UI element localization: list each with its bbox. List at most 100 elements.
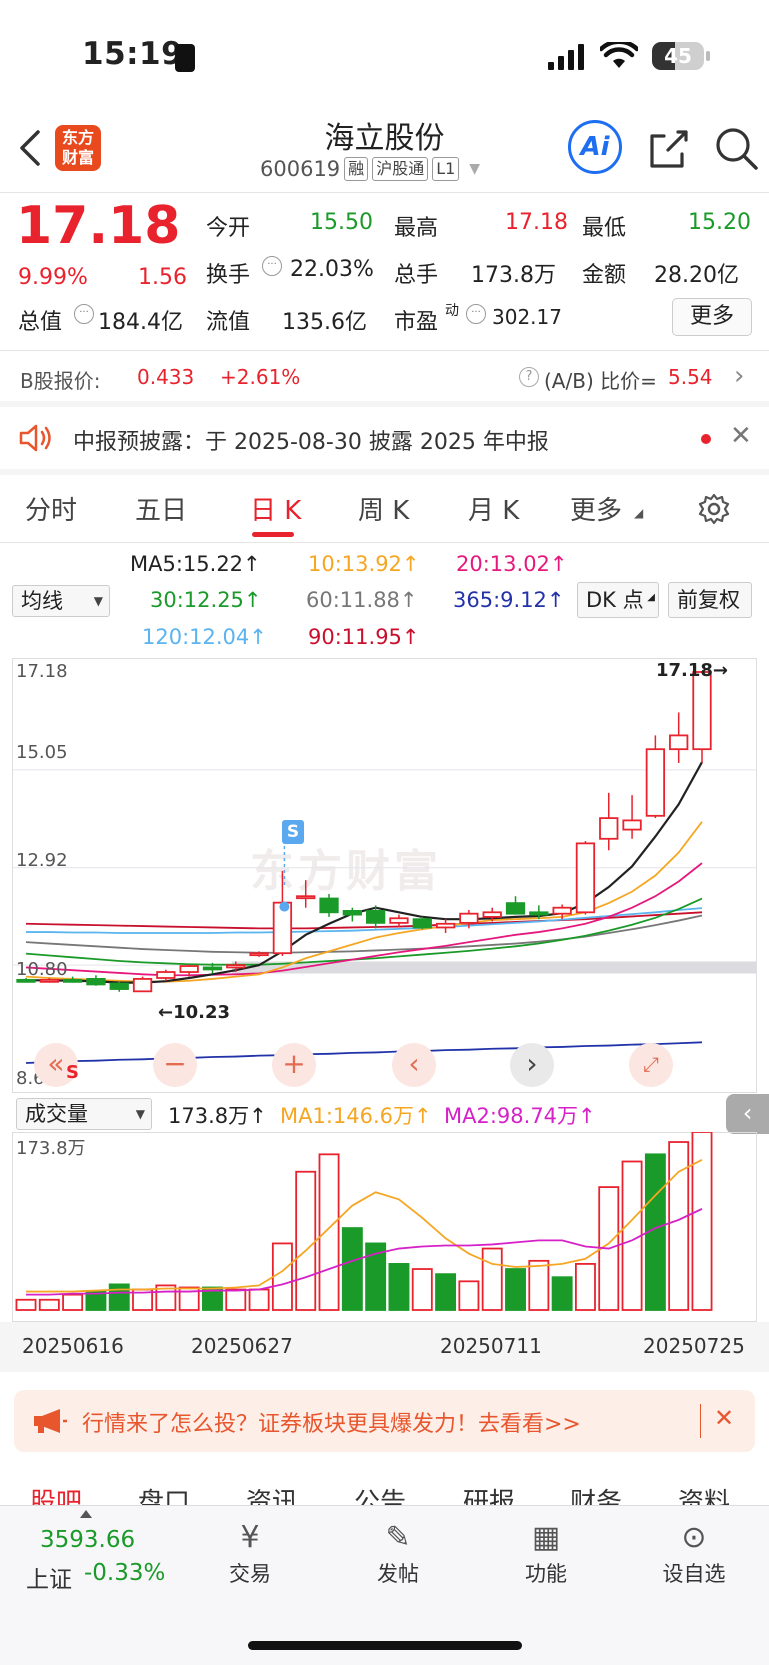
ma90-line — [25, 911, 703, 930]
tab-weekly-k[interactable]: 周 K — [358, 490, 409, 527]
ma60-line — [25, 914, 703, 954]
scroll-left-icon[interactable]: ‹ — [392, 1043, 436, 1087]
change-percent: 9.99% — [18, 265, 88, 290]
ma120-label: 120:12.04↑ — [142, 625, 267, 649]
zoom-out-icon[interactable]: − — [153, 1043, 197, 1087]
close-banner-icon[interactable]: ✕ — [714, 1404, 734, 1432]
notice-bar[interactable]: 中报预披露：于 2025-08-30 披露 2025 年中报 ✕ — [0, 407, 769, 469]
y-label-max: 17.18 — [16, 661, 68, 682]
stock-code-line[interactable]: 600619 融 沪股通 L1 ▼ — [260, 157, 480, 181]
candle — [132, 976, 153, 993]
ma365-label: 365:9.12↑ — [453, 588, 565, 612]
nav-trade[interactable]: ¥ 交易 — [210, 1518, 290, 1588]
section-tab-research[interactable]: 研报 — [463, 1482, 515, 1507]
ai-assistant-button[interactable]: Ai — [568, 120, 622, 174]
ma365-line — [25, 1041, 703, 1064]
volume-bar — [108, 1283, 130, 1311]
candle-body — [575, 842, 596, 914]
candle — [622, 795, 642, 839]
active-tab-indicator — [252, 532, 294, 537]
b-share-row[interactable]: B股报价: 0.433 +2.61% ? (A/B) 比价= 5.54 › — [0, 351, 769, 401]
sell-signal-marker[interactable]: S — [282, 820, 304, 844]
index-change: -0.33% — [84, 1560, 166, 1586]
more-caret-icon: ◢ — [634, 506, 644, 520]
open-label: 今开 — [206, 216, 251, 241]
collapse-panel-icon[interactable]: ‹ — [726, 1094, 769, 1134]
volume-bar — [318, 1153, 340, 1311]
nav-post[interactable]: ✎ 发帖 — [358, 1518, 438, 1588]
tab-monthly-k[interactable]: 月 K — [468, 490, 519, 527]
y-label-2: 15.05 — [16, 742, 68, 763]
section-tab-news[interactable]: 资讯 — [246, 1482, 298, 1507]
candle — [109, 981, 129, 992]
volume-bar — [225, 1288, 247, 1311]
info-icon[interactable]: ··· — [262, 256, 282, 276]
candle — [272, 870, 293, 956]
section-tabs[interactable]: 股吧 盘口 资讯 公告 研报 财务 资料 — [0, 1462, 769, 1507]
current-price: 17.18 — [16, 196, 181, 256]
section-tab-announce[interactable]: 公告 — [354, 1482, 406, 1507]
info-icon[interactable]: ··· — [74, 304, 94, 324]
vol-ma1-legend: MA1:146.6万↑ — [280, 1104, 432, 1128]
indicator-select[interactable]: 成交量 ▼ — [16, 1098, 152, 1130]
candle-body — [296, 895, 316, 900]
volume-chart[interactable] — [12, 1132, 757, 1322]
section-tab-forum[interactable]: 股吧 — [30, 1482, 82, 1507]
candle — [505, 896, 526, 915]
candle-body — [389, 917, 409, 924]
more-quote-button[interactable]: 更多 — [672, 298, 752, 336]
dk-point-button[interactable]: DK 点 ◢ — [577, 582, 659, 618]
volume-bar — [62, 1293, 84, 1311]
vol-ma2-legend: MA2:98.74万↑ — [444, 1104, 596, 1128]
y-label-3: 12.92 — [16, 850, 68, 871]
turnover-value: 22.03% — [290, 257, 374, 282]
candle-body — [505, 902, 526, 915]
adjust-button[interactable]: 前复权 — [668, 582, 752, 618]
candle — [412, 916, 432, 930]
close-icon[interactable]: ✕ — [730, 421, 752, 451]
tag-connect: 沪股通 — [372, 157, 429, 181]
info-icon[interactable]: ··· — [466, 304, 486, 324]
share-icon[interactable] — [648, 128, 690, 170]
candle-body — [435, 922, 456, 929]
more-dots-icon: ⊙ — [681, 1520, 707, 1555]
settings-gear-icon[interactable] — [697, 492, 731, 526]
candle-body — [342, 910, 362, 916]
volume-bar — [248, 1288, 270, 1311]
kline-chart[interactable] — [12, 658, 757, 1093]
zoom-in-icon[interactable]: + — [272, 1043, 316, 1087]
search-icon[interactable] — [714, 126, 760, 172]
help-icon[interactable]: ? — [519, 367, 539, 387]
candle — [599, 792, 619, 851]
nav-add-watchlist[interactable]: ⊙ 设自选 — [654, 1518, 734, 1588]
scroll-right-icon[interactable]: › — [510, 1043, 554, 1087]
candle-body — [669, 734, 689, 751]
tab-intraday[interactable]: 分时 — [25, 490, 77, 527]
promo-banner[interactable]: 行情来了怎么投？证券板块更具爆发力！去看看>> ✕ — [14, 1390, 755, 1452]
volume-bar — [271, 1242, 293, 1311]
section-tab-orderbook[interactable]: 盘口 — [138, 1482, 190, 1507]
ma-type-select[interactable]: 均线 ▼ — [12, 585, 110, 617]
candle-body — [645, 748, 666, 817]
open-value: 15.50 — [310, 210, 373, 235]
tab-more[interactable]: 更多 — [570, 490, 622, 527]
index-value[interactable]: 3593.66 — [40, 1527, 135, 1553]
tab-daily-k[interactable]: 日 K — [250, 490, 301, 527]
fullscreen-icon[interactable]: ⤢ — [629, 1043, 673, 1087]
volume-bar — [505, 1268, 526, 1311]
notice-text: 中报预披露：于 2025-08-30 披露 2025 年中报 — [73, 430, 549, 455]
battery-icon: 45 — [652, 42, 704, 70]
section-tab-profile[interactable]: 资料 — [678, 1482, 730, 1507]
candle-body — [179, 965, 199, 973]
volume-bar — [38, 1298, 60, 1311]
signal-dot — [279, 901, 290, 912]
tab-five-day[interactable]: 五日 — [135, 490, 187, 527]
candle — [342, 907, 362, 922]
pe-value: 302.17 — [492, 305, 562, 329]
candle-body — [622, 819, 642, 831]
nav-functions[interactable]: ▦ 功能 — [506, 1518, 586, 1588]
b-share-price: 0.433 — [137, 365, 195, 389]
volume-bar — [574, 1263, 596, 1311]
low-label: 最低 — [582, 216, 627, 241]
section-tab-finance[interactable]: 财务 — [570, 1482, 622, 1507]
